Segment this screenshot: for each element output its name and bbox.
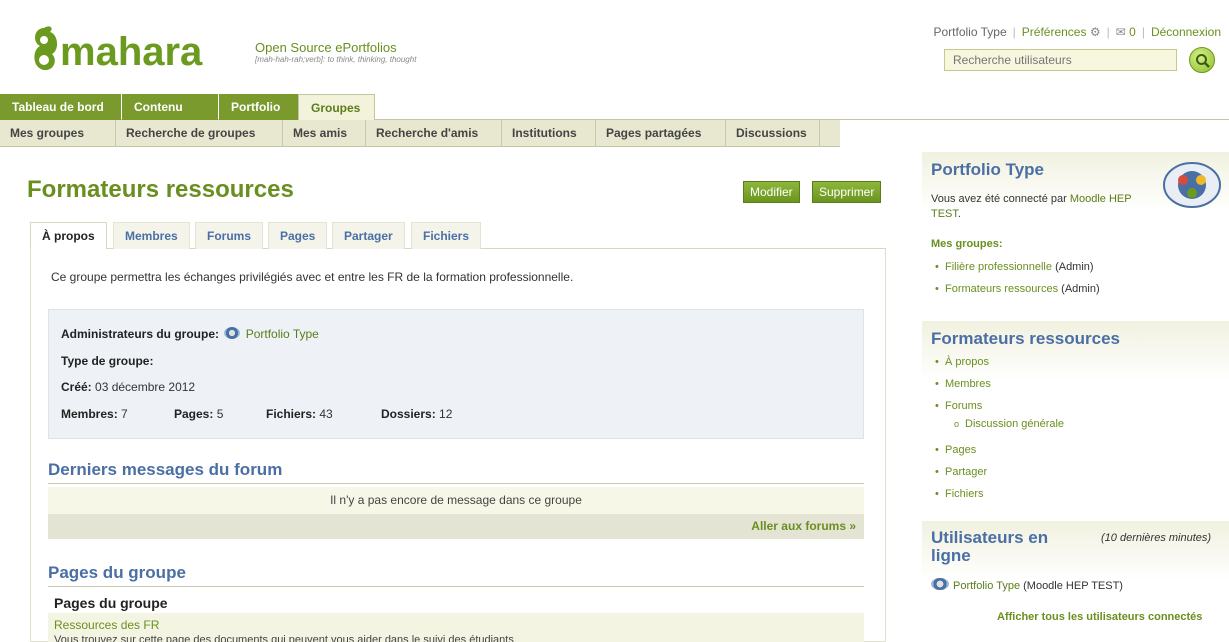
connected-by-link[interactable]: Moodle HEP: [1070, 193, 1132, 205]
group-admin-link[interactable]: Portfolio Type: [246, 327, 319, 341]
group-files-count: Fichiers: 43: [266, 407, 333, 421]
pages-subheading: Pages du groupe: [54, 595, 168, 611]
tab-files[interactable]: Fichiers: [411, 222, 482, 249]
sidebar-group-link[interactable]: Formateurs ressources (Admin): [935, 283, 1100, 295]
nav-tab-portfolio[interactable]: Portfolio: [219, 94, 298, 120]
avatar-icon: [224, 327, 241, 339]
header: mahara Open Source ePortfolios [mah-hah-…: [0, 0, 1229, 92]
group-menu-pages[interactable]: Pages: [935, 444, 976, 456]
sub-navigation: Mes groupes Recherche de groupes Mes ami…: [0, 120, 1229, 147]
go-to-forums-link[interactable]: Aller aux forums »: [751, 519, 856, 533]
page-title: Formateurs ressources: [27, 176, 294, 203]
search-icon: [1196, 54, 1210, 68]
group-tabs: À propos Membres Forums Pages Partager F…: [30, 222, 886, 250]
group-menu-about[interactable]: À propos: [935, 356, 989, 368]
online-user-link[interactable]: Portfolio Type: [953, 580, 1020, 592]
profile-avatar[interactable]: [1163, 160, 1221, 210]
subnav-group-search[interactable]: Recherche de groupes: [116, 120, 283, 147]
group-menu-share[interactable]: Partager: [935, 466, 987, 478]
svg-text:mahara: mahara: [60, 30, 203, 74]
subnav-discussions[interactable]: Discussions: [726, 120, 820, 147]
online-period: (10 dernières minutes): [1101, 532, 1212, 544]
tab-share[interactable]: Partager: [332, 222, 405, 249]
gear-icon[interactable]: ⚙: [1090, 25, 1101, 39]
group-menu-general-discussion[interactable]: Discussion générale: [954, 418, 1064, 430]
mahara-logo[interactable]: mahara: [30, 20, 250, 80]
forum-heading: Derniers messages du forum: [48, 460, 283, 479]
subnav-my-groups[interactable]: Mes groupes: [0, 120, 116, 147]
nav-tab-groups[interactable]: Groupes: [298, 94, 375, 121]
tab-about[interactable]: À propos: [30, 222, 107, 250]
nav-tab-content[interactable]: Contenu: [122, 94, 218, 120]
page-item-link[interactable]: Ressources des FR: [54, 618, 159, 632]
forum-empty-message: Il n'y a pas encore de message dans ce g…: [48, 487, 864, 514]
forum-footer: Aller aux forums »: [48, 514, 864, 539]
show-all-online-link[interactable]: Afficher tous les utilisateurs connectés: [997, 611, 1202, 623]
tab-content-panel: [30, 249, 886, 642]
group-description: Ce groupe permettra les échanges privilé…: [51, 270, 574, 284]
connected-by-text: Vous avez été connecté par Moodle HEP TES…: [931, 193, 1132, 220]
tagline-subtitle: [mah-hah-rah;verb]: to think, thinking, …: [255, 55, 417, 64]
mail-icon[interactable]: ✉: [1116, 25, 1126, 39]
tab-members[interactable]: Membres: [113, 222, 190, 249]
group-admins-row: Administrateurs du groupe: Portfolio Typ…: [61, 327, 319, 341]
tab-forums[interactable]: Forums: [195, 222, 264, 249]
tab-pages[interactable]: Pages: [268, 222, 328, 249]
search-button[interactable]: [1189, 47, 1215, 73]
delete-button[interactable]: Supprimer: [812, 181, 882, 203]
nav-tab-dashboard[interactable]: Tableau de bord: [0, 94, 121, 120]
group-folders-count: Dossiers: 12: [381, 407, 453, 421]
group-created-row: Créé: 03 décembre 2012: [61, 380, 196, 394]
online-users-title: Utilisateurs en ligne: [931, 528, 1049, 565]
edit-button[interactable]: Modifier: [743, 181, 800, 203]
subnav-institutions[interactable]: Institutions: [502, 120, 596, 147]
group-menu-title: Formateurs ressources: [931, 329, 1120, 348]
group-type-row: Type de groupe:: [61, 354, 154, 368]
group-pages-count: Pages: 5: [174, 407, 224, 421]
preferences-link[interactable]: Préférences: [1022, 25, 1087, 39]
logout-link[interactable]: Déconnexion: [1151, 25, 1221, 39]
inbox-count[interactable]: 0: [1129, 25, 1136, 39]
group-members-count: Membres: 7: [61, 407, 128, 421]
subnav-shared-pages[interactable]: Pages partagées: [596, 120, 726, 147]
avatar-icon: [931, 578, 949, 590]
subnav-friend-search[interactable]: Recherche d'amis: [366, 120, 502, 147]
group-menu-members[interactable]: Membres: [935, 378, 991, 390]
main-navigation: Tableau de bord Contenu Portfolio Groupe…: [0, 92, 1229, 121]
online-user-row: Portfolio Type (Moodle HEP TEST): [931, 578, 1123, 592]
tagline-title: Open Source ePortfolios: [255, 40, 397, 55]
user-link[interactable]: Portfolio Type: [934, 25, 1007, 39]
group-menu-forums[interactable]: Forums: [935, 400, 982, 412]
profile-name[interactable]: Portfolio Type: [931, 160, 1044, 180]
sidebar-group-link[interactable]: Filière professionnelle (Admin): [935, 261, 1094, 273]
subnav-my-friends[interactable]: Mes amis: [283, 120, 366, 147]
group-menu-sidebox: [922, 321, 1229, 511]
my-groups-label: Mes groupes:: [931, 238, 1003, 250]
pages-heading: Pages du groupe: [48, 563, 186, 582]
group-menu-files[interactable]: Fichiers: [935, 488, 983, 500]
user-search-input[interactable]: [944, 49, 1177, 71]
top-links: Portfolio Type | Préférences ⚙ | ✉ 0 | Déconne…: [933, 25, 1222, 39]
page-item-description: Vous trouvez sur cette page des document…: [54, 634, 514, 642]
